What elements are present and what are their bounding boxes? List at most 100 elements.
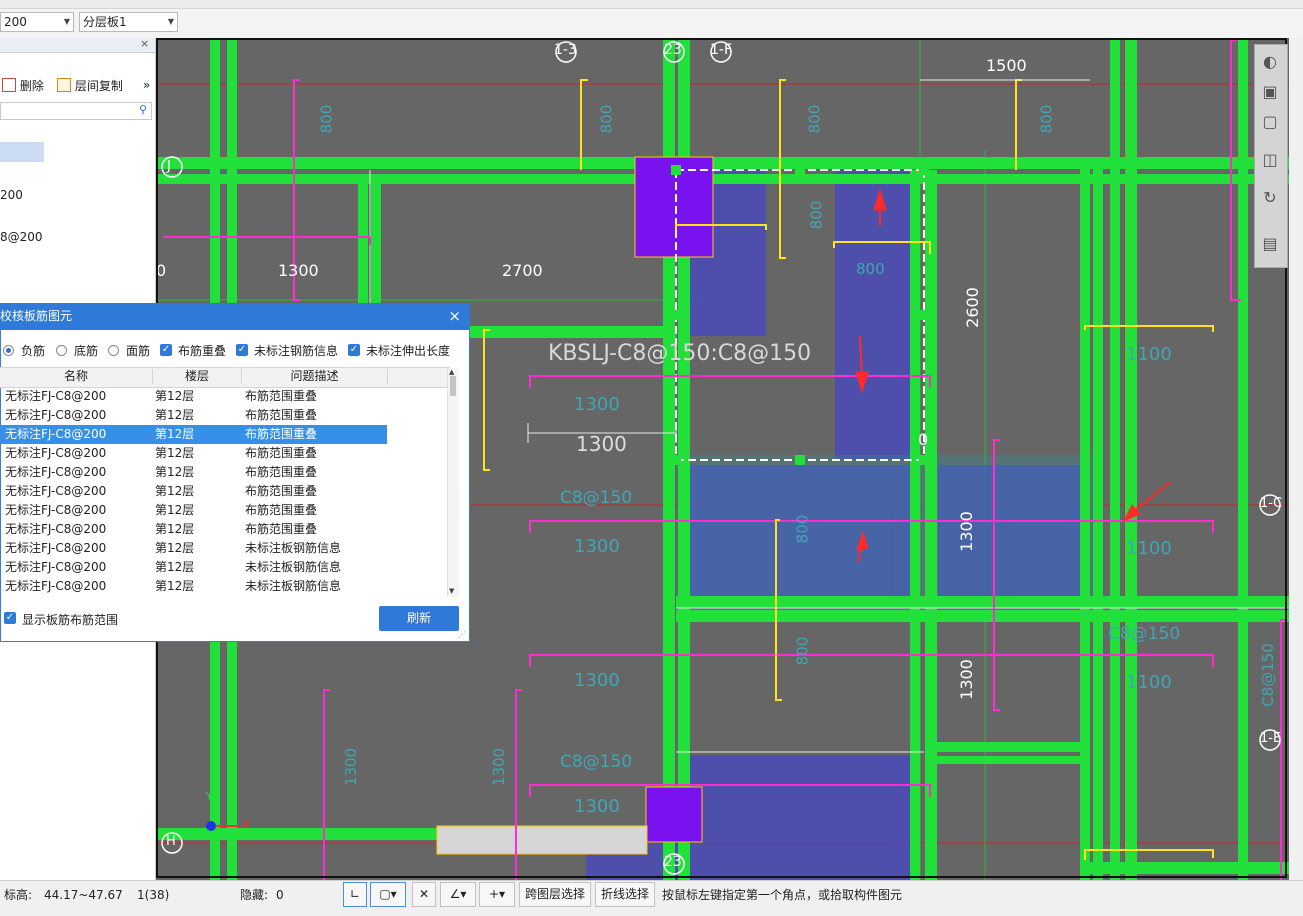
layer-manager-icon[interactable]: ▤	[1258, 232, 1282, 256]
axis-label: 1-E	[1260, 731, 1282, 746]
cell-desc: 未标注板钢筋信息	[245, 560, 342, 574]
cell-desc: 布筋范围重叠	[245, 408, 318, 422]
selection-count: 1(38)	[137, 888, 170, 902]
cell-name: 无标注FJ-C8@200	[5, 408, 107, 422]
checkbox-show-range[interactable]: ✓	[4, 612, 16, 624]
orbit-icon[interactable]: ◐	[1258, 50, 1282, 74]
column-header-floor[interactable]: 楼层	[153, 369, 242, 384]
floor-select[interactable]: 200 ▼	[0, 12, 74, 32]
rebar-length: 800	[317, 104, 336, 134]
table-row[interactable]: 无标注FJ-C8@200 第12层 布筋范围重叠	[0, 387, 447, 406]
cross-icon[interactable]: ✕	[412, 882, 436, 907]
rebar-length: 1100	[1126, 672, 1172, 693]
chevron-down-icon: ▼	[167, 17, 174, 26]
cell-name: 无标注FJ-C8@200	[5, 579, 107, 593]
angle-icon[interactable]: ∠▾	[440, 882, 476, 907]
table-row[interactable]: 无标注FJ-C8@200 第12层 未标注板钢筋信息	[0, 539, 447, 558]
show-range-label: 显示板筋布筋范围	[22, 613, 119, 627]
table-row[interactable]: 无标注FJ-C8@200 第12层 未标注板钢筋信息	[0, 558, 447, 577]
radio-negative-rebar[interactable]	[3, 345, 14, 356]
table-row[interactable]: 无标注FJ-C8@200 第12层 布筋范围重叠	[0, 482, 447, 501]
rebar-length: 800	[807, 200, 826, 230]
column-header-desc[interactable]: 问题描述	[242, 369, 388, 384]
rebar-length: 800	[1037, 104, 1056, 134]
axis-label: 23	[664, 42, 682, 58]
list-item-selected[interactable]	[0, 142, 44, 162]
rebar-length: 1300	[574, 670, 620, 691]
layer-select[interactable]: 分层板1 ▼	[79, 12, 178, 32]
cell-desc: 布筋范围重叠	[245, 389, 318, 403]
snap-icon[interactable]: ▢▾	[370, 882, 406, 907]
delete-icon	[2, 78, 16, 92]
delete-button[interactable]: 删除	[2, 78, 44, 94]
ortho-icon[interactable]: ∟	[343, 882, 367, 907]
checkbox-unlabeled-info[interactable]: ✓	[236, 344, 248, 356]
hidden-count: 0	[276, 888, 284, 902]
ucs-x-label: X	[242, 818, 250, 831]
list-item[interactable]: 200	[0, 188, 23, 202]
scroll-up-icon[interactable]: ▲	[449, 368, 454, 376]
rebar-spec: C8@150	[1108, 624, 1181, 644]
radio-bottom-rebar[interactable]	[56, 345, 67, 356]
cross-layer-select-button[interactable]: 跨图层选择	[519, 882, 591, 907]
ribbon-strip	[0, 0, 1303, 9]
dialog-titlebar[interactable]: 校核板筋图元 ×	[0, 303, 470, 330]
floor-select-value: 200	[4, 15, 27, 29]
checkbox-overlap[interactable]: ✓	[160, 344, 172, 356]
rebar-length: 1300	[574, 536, 620, 557]
table-row[interactable]: 无标注FJ-C8@200 第12层 布筋范围重叠	[0, 425, 387, 444]
view-3d-icon[interactable]: ▣	[1258, 80, 1282, 104]
cell-name: 无标注FJ-C8@200	[5, 389, 107, 403]
axis-label: J	[167, 159, 171, 174]
left-panel-close-button[interactable]: ×	[140, 37, 149, 50]
rebar-length: 1100	[1126, 538, 1172, 559]
cell-floor: 第12层	[155, 427, 195, 441]
close-icon[interactable]: ×	[448, 303, 461, 330]
checkbox-label: 布筋重叠	[178, 344, 227, 358]
checkbox-label: 未标注钢筋信息	[254, 344, 339, 358]
rebar-length: 800	[597, 104, 616, 134]
refresh-button[interactable]: 刷新	[379, 606, 459, 631]
delete-label: 删除	[19, 79, 44, 93]
copy-icon	[57, 78, 71, 92]
list-item[interactable]: 8@200	[0, 230, 43, 244]
polyline-select-button[interactable]: 折线选择	[595, 882, 655, 907]
resize-grip-icon[interactable]: ⋰	[458, 630, 466, 639]
cell-desc: 布筋范围重叠	[245, 427, 318, 441]
cell-floor: 第12层	[155, 579, 195, 593]
cell-desc: 布筋范围重叠	[245, 465, 318, 479]
cell-floor: 第12层	[155, 522, 195, 536]
cell-name: 无标注FJ-C8@200	[5, 446, 107, 460]
table-row[interactable]: 无标注FJ-C8@200 第12层 布筋范围重叠	[0, 520, 447, 539]
table-scrollbar[interactable]: ▲ ▼	[447, 368, 459, 597]
scroll-thumb[interactable]	[450, 376, 456, 396]
column-header-name[interactable]: 名称	[0, 369, 153, 384]
table-row[interactable]: 无标注FJ-C8@200 第12层 布筋范围重叠	[0, 501, 447, 520]
search-icon[interactable]: ⚲	[139, 103, 147, 116]
floor-copy-button[interactable]: 层间复制	[57, 78, 123, 94]
view-top-icon[interactable]: ▢	[1258, 110, 1282, 134]
search-input[interactable]: ⚲	[0, 102, 152, 120]
offset-icon[interactable]: +▾	[479, 882, 515, 907]
dimension-text: 0	[156, 261, 167, 280]
cell-floor: 第12层	[155, 389, 195, 403]
table-row[interactable]: 无标注FJ-C8@200 第12层 布筋范围重叠	[0, 406, 447, 425]
cell-desc: 布筋范围重叠	[245, 484, 318, 498]
table-row[interactable]: 无标注FJ-C8@200 第12层 布筋范围重叠	[0, 444, 447, 463]
checkbox-unlabeled-length[interactable]: ✓	[348, 344, 360, 356]
rebar-length: 800	[805, 104, 824, 134]
rebar-spec: C8@150	[1258, 643, 1277, 707]
radio-top-rebar[interactable]	[108, 345, 119, 356]
table-row[interactable]: 无标注FJ-C8@200 第12层 未标注板钢筋信息	[0, 577, 447, 596]
axis-label: H	[166, 834, 176, 849]
rebar-length: 1300	[956, 511, 976, 552]
cell-floor: 第12层	[155, 465, 195, 479]
table-row[interactable]: 无标注FJ-C8@200 第12层 布筋范围重叠	[0, 463, 447, 482]
rebar-length: 1300	[342, 747, 361, 787]
more-icon[interactable]: »	[143, 78, 150, 92]
scroll-down-icon[interactable]: ▼	[449, 587, 454, 595]
rotate-icon[interactable]: ↻	[1258, 186, 1282, 210]
view-iso-icon[interactable]: ◫	[1258, 148, 1282, 172]
cell-floor: 第12层	[155, 541, 195, 555]
rebar-spec: C8@150	[560, 752, 633, 772]
